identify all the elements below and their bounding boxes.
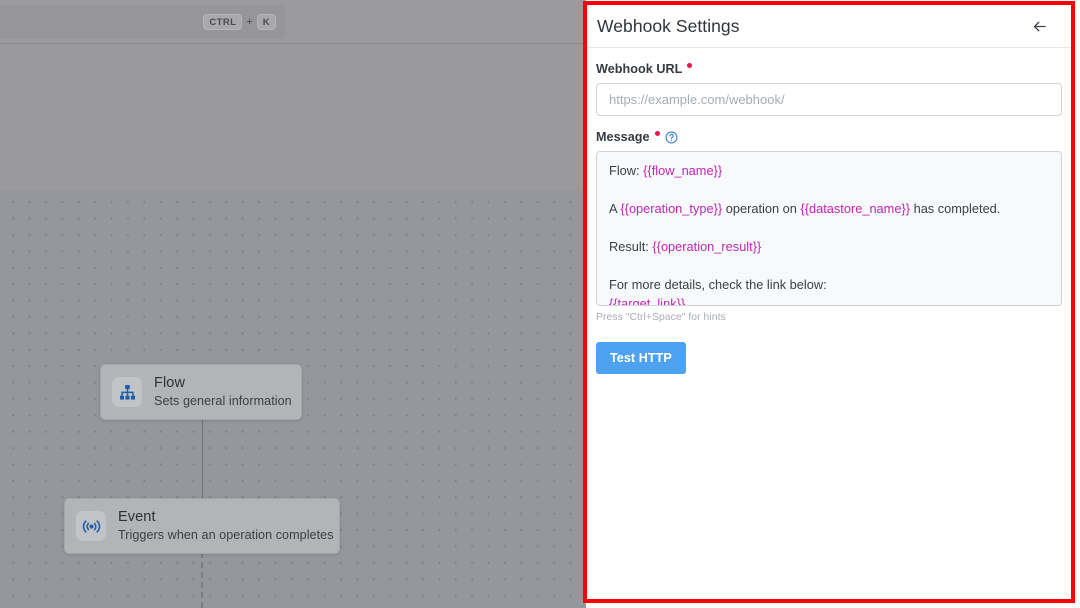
webhook-url-label: Webhook URL	[596, 62, 1062, 76]
question-circle-icon[interactable]	[665, 131, 678, 144]
webhook-settings-panel: Webhook Settings Webhook URL Message	[587, 5, 1071, 599]
required-indicator-message	[654, 131, 660, 136]
message-line-3-prefix: Result:	[609, 239, 653, 255]
webhook-url-input[interactable]	[596, 83, 1062, 116]
app-root: d fields CTRL + K	[0, 0, 1080, 608]
message-line-2-middle: operation on	[722, 201, 801, 217]
node-flow-text: Flow Sets general information	[154, 375, 292, 409]
connector-flow-to-event	[202, 416, 204, 499]
message-line-2-suffix: has completed.	[910, 201, 1001, 217]
message-line-4-text: For more details, check the link below:	[609, 277, 827, 293]
message-line-2: A {{operation_type}} operation on {{data…	[609, 201, 1049, 216]
kbd-k: K	[256, 13, 276, 31]
panel-header: Webhook Settings	[587, 5, 1071, 48]
message-label: Message	[596, 130, 1062, 144]
node-flow-subtitle: Sets general information	[154, 393, 292, 408]
message-line-3-var: {{operation_result}}	[652, 239, 762, 255]
node-flow-title: Flow	[154, 375, 186, 391]
message-hint: Press "Ctrl+Space" for hints	[596, 312, 726, 323]
search-field[interactable]: d fields CTRL + K	[0, 5, 285, 39]
message-line-1: Flow: {{flow_name}}	[609, 163, 1049, 178]
flow-canvas[interactable]: d fields CTRL + K	[0, 0, 586, 608]
broadcast-icon	[76, 511, 106, 542]
message-line-2-prefix: A	[609, 201, 621, 217]
test-http-button[interactable]: Test HTTP	[596, 342, 686, 374]
search-input-value[interactable]: d fields	[0, 15, 203, 30]
node-event[interactable]: Event Triggers when an operation complet…	[64, 498, 340, 555]
search-shortcut-hint: CTRL + K	[203, 13, 276, 31]
node-event-title: Event	[118, 509, 156, 525]
node-event-text: Event Triggers when an operation complet…	[118, 509, 334, 543]
hierarchy-icon	[112, 377, 142, 408]
canvas-blank-band	[0, 45, 586, 190]
arrow-left-icon[interactable]	[1026, 13, 1052, 39]
message-line-2-var2: {{datastore_name}}	[800, 201, 911, 217]
message-editor[interactable]: Flow: {{flow_name}} A {{operation_type}}…	[596, 151, 1062, 306]
message-line-1-var: {{flow_name}}	[643, 163, 723, 178]
panel-body: Webhook URL Message Flow	[587, 48, 1071, 374]
webhook-url-label-text: Webhook URL	[596, 62, 683, 76]
message-line-5: {{target_link}}	[609, 296, 1049, 306]
page-title: Webhook Settings	[597, 15, 740, 36]
connector-event-to-next	[201, 552, 203, 608]
required-indicator-url	[687, 63, 693, 68]
message-line-4: For more details, check the link below:	[609, 277, 1049, 292]
message-line-3: Result: {{operation_result}}	[609, 239, 1049, 254]
canvas-toolbar: d fields CTRL + K	[0, 0, 586, 44]
node-flow[interactable]: Flow Sets general information	[100, 364, 302, 421]
node-event-subtitle: Triggers when an operation completes	[118, 527, 334, 542]
message-line-5-var: {{target_link}}	[609, 296, 686, 306]
kbd-ctrl: CTRL	[203, 13, 243, 31]
message-line-1-prefix: Flow:	[609, 163, 644, 178]
kbd-separator: +	[246, 15, 253, 28]
message-line-2-var1: {{operation_type}}	[620, 201, 723, 217]
message-label-text: Message	[596, 130, 650, 144]
